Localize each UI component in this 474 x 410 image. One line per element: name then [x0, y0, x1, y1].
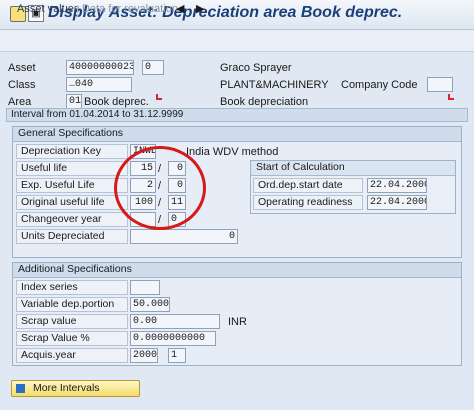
useful-life-label: Useful life — [16, 161, 128, 176]
variable-dep-portion-label: Variable dep.portion — [16, 297, 128, 312]
asset-subnumber-field[interactable]: 0 — [142, 60, 164, 75]
exp-useful-life-label: Exp. Useful Life — [16, 178, 128, 193]
more-intervals-button[interactable]: More Intervals — [11, 380, 140, 397]
class-field[interactable]: …040 — [66, 77, 132, 92]
original-useful-life-label: Original useful life — [16, 195, 128, 210]
group-title: Additional Specifications — [13, 263, 461, 278]
depreciation-key-description: India WDV method — [186, 146, 279, 158]
company-code-label: Company Code — [341, 79, 418, 91]
ord-dep-start-field[interactable]: 22.04.2000 — [367, 178, 427, 193]
asset-values-button[interactable]: Asset values — [17, 3, 79, 15]
ord-dep-start-label: Ord.dep.start date — [253, 178, 363, 193]
marker-icon — [156, 94, 162, 100]
data-for-revaluation-button[interactable]: Data for revaluation — [82, 3, 178, 15]
asset-description: Graco Sprayer — [220, 62, 292, 74]
area-name: Book deprec. — [84, 96, 149, 108]
scrap-value-field[interactable]: 0.00 — [130, 314, 220, 329]
area-field[interactable]: 01 — [66, 94, 82, 109]
group-title: General Specifications — [13, 127, 461, 142]
highlight-circle — [114, 146, 206, 230]
scrap-currency: INR — [228, 316, 247, 328]
next-icon[interactable]: ▶ — [196, 2, 204, 15]
interval-bar: Interval from 01.04.2014 to 31.12.9999 — [6, 108, 468, 122]
class-label: Class — [8, 79, 36, 91]
previous-icon[interactable]: ◀ — [176, 2, 184, 15]
scrap-value-label: Scrap value — [16, 314, 128, 329]
area-label: Area — [8, 96, 32, 108]
operating-readiness-label: Operating readiness — [253, 195, 363, 210]
depreciation-key-label: Depreciation Key — [16, 144, 128, 159]
marker-icon — [448, 94, 454, 100]
acquisition-year-field[interactable]: 2000 — [130, 348, 158, 363]
index-series-field[interactable] — [130, 280, 160, 295]
subgroup-title: Start of Calculation — [251, 161, 455, 176]
area-description: Book depreciation — [220, 96, 309, 108]
scrap-value-percent-label: Scrap Value % — [16, 331, 128, 346]
acquisition-period-field[interactable]: 1 — [168, 348, 186, 363]
application-toolbar — [0, 30, 474, 52]
class-description: PLANT&MACHINERY — [220, 79, 329, 91]
units-depreciated-label: Units Depreciated — [16, 229, 128, 244]
acquisition-year-label: Acquis.year — [16, 348, 128, 363]
asset-label: Asset — [8, 62, 36, 74]
index-series-label: Index series — [16, 280, 128, 295]
variable-dep-portion-field[interactable]: 50.0000 — [130, 297, 170, 312]
toolbar-separator — [77, 5, 78, 17]
operating-readiness-field[interactable]: 22.04.2000 — [367, 195, 427, 210]
units-depreciated-field[interactable]: 0 — [130, 229, 238, 244]
changeover-year-label: Changeover year — [16, 212, 128, 227]
scrap-value-percent-field[interactable]: 0.0000000000 — [130, 331, 216, 346]
intervals-icon — [16, 383, 25, 393]
asset-number-field[interactable]: 400000000230 — [66, 60, 134, 75]
company-code-field[interactable] — [427, 77, 453, 92]
more-intervals-label: More Intervals — [33, 382, 100, 394]
